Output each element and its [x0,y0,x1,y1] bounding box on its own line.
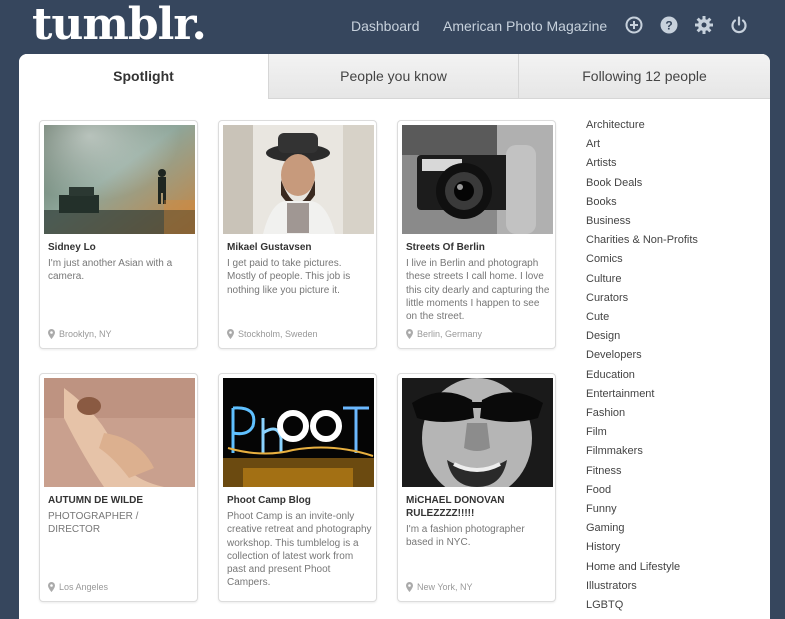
help-icon[interactable]: ? [659,15,679,35]
location-pin-icon [48,582,55,592]
dashboard-link[interactable]: Dashboard [351,17,420,35]
plus-circle-icon[interactable] [624,15,644,35]
category-link[interactable]: Architecture [586,119,645,132]
location-text: Stockholm, Sweden [238,329,318,339]
location-text: Brooklyn, NY [59,329,112,339]
category-link[interactable]: Design [586,330,620,343]
tab-bar: Spotlight People you know Following 12 p… [19,54,770,99]
tab-following[interactable]: Following 12 people [518,54,770,99]
top-bar: tumblr. Dashboard American Photo Magazin… [0,0,785,52]
blog-card[interactable]: Sidney Lo I'm just another Asian with a … [39,120,198,349]
category-link[interactable]: Charities & Non-Profits [586,234,698,247]
blog-location: Brooklyn, NY [48,329,112,339]
blog-card[interactable]: Mikael Gustavsen I get paid to take pict… [218,120,377,349]
blog-photo[interactable] [402,378,553,487]
power-icon[interactable] [729,15,749,35]
category-link[interactable]: Books [586,196,617,209]
blog-photo[interactable] [44,378,195,487]
category-link[interactable]: LGBTQ [586,599,623,612]
category-link[interactable]: Food [586,484,611,497]
location-text: Berlin, Germany [417,329,483,339]
svg-text:?: ? [665,19,672,33]
category-link[interactable]: History [586,541,620,554]
blog-card[interactable]: Phoot Camp Blog Phoot Camp is an invite-… [218,373,377,602]
blog-description: I live in Berlin and photograph these st… [406,258,550,323]
blog-photo[interactable] [223,378,374,487]
blog-name[interactable]: Streets Of Berlin [406,241,551,254]
category-link[interactable]: Film [586,426,607,439]
category-link[interactable]: Cute [586,311,609,324]
tab-spotlight[interactable]: Spotlight [19,54,268,99]
blog-description: I get paid to take pictures. Mostly of p… [227,258,351,296]
blog-photo[interactable] [223,125,374,234]
blog-description: Phoot Camp is an invite-only creative re… [227,511,372,589]
blog-photo[interactable] [44,125,195,234]
location-pin-icon [406,329,413,339]
category-link[interactable]: Education [586,369,635,382]
blog-location: Berlin, Germany [406,329,482,339]
category-link[interactable]: Developers [586,349,642,362]
location-text: New York, NY [417,582,473,592]
category-link[interactable]: Book Deals [586,177,642,190]
blog-photo[interactable] [402,125,553,234]
category-link[interactable]: Fitness [586,465,621,478]
category-link[interactable]: Art [586,138,600,151]
category-link[interactable]: Curators [586,292,628,305]
main-panel: Spotlight People you know Following 12 p… [19,54,770,619]
location-pin-icon [48,329,55,339]
category-link[interactable]: Home and Lifestyle [586,561,680,574]
blog-location: Stockholm, Sweden [227,329,318,339]
category-link[interactable]: Artists [586,157,617,170]
category-link[interactable]: Comics [586,253,623,266]
blog-name[interactable]: Sidney Lo [48,241,193,254]
gear-icon[interactable] [694,15,714,35]
blog-description: I'm just another Asian with a camera. [48,258,173,283]
blog-name[interactable]: AUTUMN DE WILDE [48,494,193,507]
category-link[interactable]: Fashion [586,407,625,420]
blog-card[interactable]: MiCHAEL DONOVAN RULEZZZZ!!!!! I'm a fash… [397,373,556,602]
blog-name[interactable]: Mikael Gustavsen [227,241,372,254]
blog-location: Los Angeles [48,582,108,592]
blog-location: New York, NY [406,582,473,592]
category-link[interactable]: Business [586,215,631,228]
category-link[interactable]: Culture [586,273,621,286]
blog-description: I'm a fashion photographer based in NYC. [406,524,525,549]
category-link[interactable]: Filmmakers [586,445,643,458]
blog-link[interactable]: American Photo Magazine [443,17,607,35]
blog-card[interactable]: Streets Of Berlin I live in Berlin and p… [397,120,556,349]
location-text: Los Angeles [59,582,109,592]
blog-name[interactable]: MiCHAEL DONOVAN RULEZZZZ!!!!! [406,494,551,520]
blog-card[interactable]: AUTUMN DE WILDE PHOTOGRAPHER / DIRECTOR … [39,373,198,602]
category-link[interactable]: Illustrators [586,580,637,593]
tab-people-you-know[interactable]: People you know [268,54,518,99]
blog-description: PHOTOGRAPHER / DIRECTOR [48,511,139,536]
location-pin-icon [406,582,413,592]
category-link[interactable]: Entertainment [586,388,654,401]
tumblr-logo[interactable]: tumblr. [32,0,207,50]
location-pin-icon [227,329,234,339]
blog-name[interactable]: Phoot Camp Blog [227,494,372,507]
category-link[interactable]: Gaming [586,522,625,535]
category-link[interactable]: Funny [586,503,617,516]
